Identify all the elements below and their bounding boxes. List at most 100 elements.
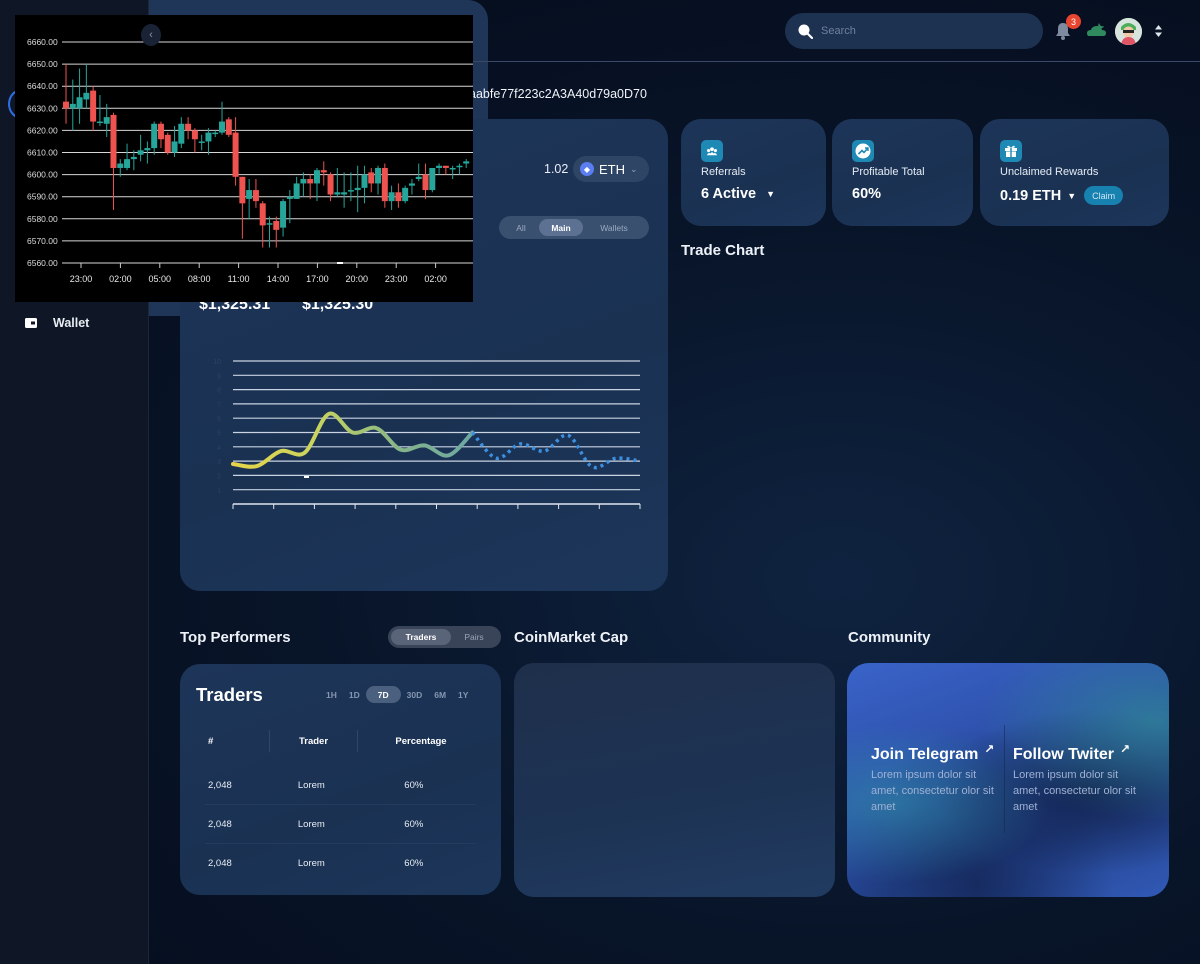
segment-main[interactable]: Main xyxy=(539,219,583,236)
traders-period-tabs: 1H 1D 7D 30D 6M 1Y xyxy=(320,686,474,703)
unclaimed-amount: 0.19 ETH xyxy=(1000,187,1062,204)
candle xyxy=(361,165,368,204)
traders-card: Traders 1H 1D 7D 30D 6M 1Y # Trader Perc… xyxy=(180,664,501,895)
period-tab-1y[interactable]: 1Y xyxy=(452,686,474,703)
candle-body xyxy=(320,170,327,173)
twitter-link[interactable]: Follow Twiter ↗ Lorem ipsum dolor sit ame… xyxy=(1013,742,1148,815)
y-tick-label: 8 xyxy=(217,388,221,395)
candle xyxy=(137,134,144,162)
sidebar-collapse-button[interactable]: ‹ xyxy=(141,24,161,46)
sidebar-item-wallet[interactable]: Wallet xyxy=(8,307,140,339)
candle-body xyxy=(449,167,456,170)
y-tick-label: 2 xyxy=(217,473,221,480)
candle-body xyxy=(191,130,198,140)
telegram-link[interactable]: Join Telegram ↗ Lorem ipsum dolor sit ame… xyxy=(871,742,1006,815)
trend-icon xyxy=(852,140,874,162)
cell-percentage: 60% xyxy=(404,818,424,830)
gift-icon xyxy=(1000,140,1022,162)
candle xyxy=(273,216,280,248)
candle-body xyxy=(422,174,429,191)
candle xyxy=(239,176,246,239)
referrals-value[interactable]: 6 Active ▼ xyxy=(701,186,775,202)
y-tick-label: 5 xyxy=(217,431,221,438)
candle xyxy=(212,130,219,138)
candle xyxy=(164,132,171,155)
candle-body xyxy=(198,141,205,143)
currency-select[interactable]: ◆ ETH ⌄ xyxy=(573,156,649,182)
candle-body xyxy=(110,114,117,168)
avatar-image xyxy=(1115,18,1142,45)
table-header: # Trader Percentage xyxy=(180,730,501,752)
y-tick-label: 6600.00 xyxy=(27,170,58,180)
candle-body xyxy=(225,119,232,135)
candle-body xyxy=(327,174,334,195)
candle-body xyxy=(96,121,103,124)
candle-body xyxy=(402,187,409,202)
candle xyxy=(415,163,422,182)
table-row[interactable]: 2,048 Lorem 60% xyxy=(205,805,476,844)
telegram-description: Lorem ipsum dolor sit amet, consectetur … xyxy=(871,769,994,813)
candle-body xyxy=(259,203,266,226)
user-avatar[interactable] xyxy=(1115,18,1142,45)
table-row[interactable]: 2,048 Lorem 60% xyxy=(205,766,476,805)
period-tab-6m[interactable]: 6M xyxy=(428,686,452,703)
eth-amount: 1.02 xyxy=(544,162,569,176)
candle-body xyxy=(232,132,239,177)
segment-all[interactable]: All xyxy=(503,219,539,236)
column-header-trader: Trader xyxy=(270,730,358,752)
candle-body xyxy=(375,167,382,184)
column-header-percentage: Percentage xyxy=(395,735,447,747)
candle-body xyxy=(415,176,422,180)
period-tab-1d[interactable]: 1D xyxy=(343,686,366,703)
candle-body xyxy=(286,196,293,199)
candle-body xyxy=(395,192,402,202)
toggle-pairs[interactable]: Pairs xyxy=(451,629,497,645)
wallet-segment-control: All Main Wallets xyxy=(499,216,649,239)
candle-body xyxy=(347,190,354,192)
table-row[interactable]: 2,048 Lorem 60% xyxy=(205,844,476,883)
candle-body xyxy=(63,101,69,109)
candle-body xyxy=(76,97,83,109)
candle xyxy=(198,134,205,151)
candle xyxy=(266,216,273,248)
performers-toggle: Traders Pairs xyxy=(388,626,501,648)
candle xyxy=(124,143,131,171)
account-menu-toggle[interactable] xyxy=(1154,24,1163,43)
y-tick-label: 6650.00 xyxy=(27,59,58,69)
candle-body xyxy=(103,117,110,124)
period-tab-1h[interactable]: 1H xyxy=(320,686,343,703)
candle-body xyxy=(83,92,90,100)
candle xyxy=(151,121,158,155)
caret-down-icon[interactable]: ▼ xyxy=(1067,191,1076,201)
candle xyxy=(219,101,226,135)
eth-icon: ◆ xyxy=(580,162,594,176)
candle-body xyxy=(381,167,388,202)
candle xyxy=(320,161,327,186)
candle xyxy=(368,167,375,193)
external-link-icon: ↗ xyxy=(1120,742,1131,756)
candle-body xyxy=(307,179,314,184)
top-performers-title: Top Performers xyxy=(180,629,291,646)
community-divider xyxy=(1004,725,1005,833)
candle xyxy=(232,117,239,186)
community-title: Community xyxy=(848,629,931,646)
claim-button[interactable]: Claim xyxy=(1084,186,1124,205)
unclaimed-value: 0.19 ETH ▼ Claim xyxy=(1000,186,1124,205)
y-tick-label: 7 xyxy=(217,402,221,409)
segment-wallets[interactable]: Wallets xyxy=(583,219,645,236)
toggle-traders[interactable]: Traders xyxy=(391,629,451,645)
search-bar[interactable] xyxy=(785,13,1043,49)
candle-body xyxy=(300,179,307,184)
cell-rank: 2,048 xyxy=(208,818,232,830)
search-input[interactable] xyxy=(821,25,1021,37)
twitter-description: Lorem ipsum dolor sit amet, consectetur … xyxy=(1013,769,1136,813)
period-tab-7d[interactable]: 7D xyxy=(365,686,401,703)
theme-toggle[interactable] xyxy=(1087,22,1107,43)
candle-body xyxy=(171,141,178,153)
candle xyxy=(449,165,456,180)
candle xyxy=(178,117,185,149)
candle xyxy=(76,68,83,124)
y-tick-label: 3 xyxy=(217,459,221,466)
period-tab-30d[interactable]: 30D xyxy=(401,686,429,703)
candle xyxy=(429,167,436,193)
